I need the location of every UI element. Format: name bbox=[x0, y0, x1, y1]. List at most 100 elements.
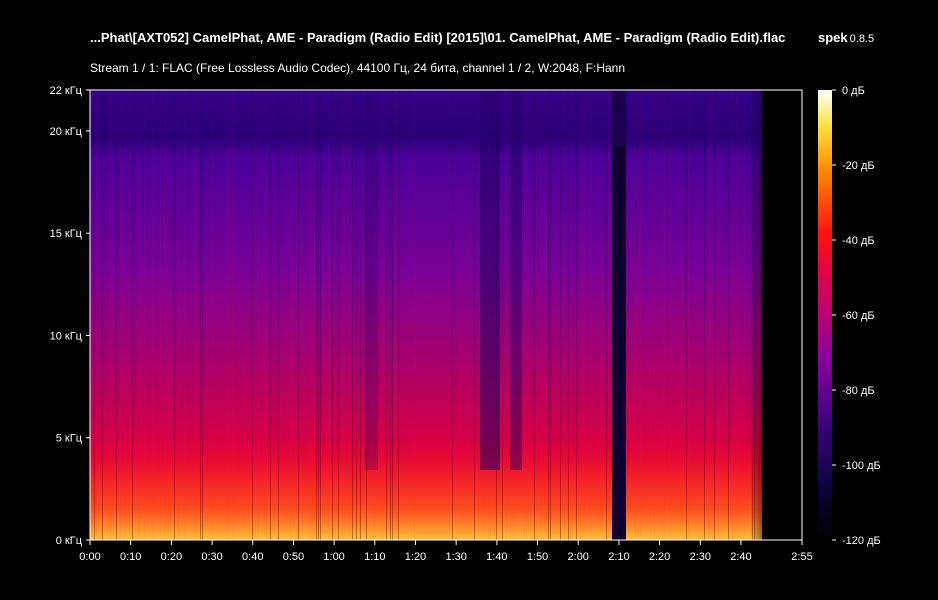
texture-stripe bbox=[332, 90, 333, 540]
texture-stripe bbox=[338, 90, 339, 540]
texture-stripe bbox=[606, 90, 607, 540]
texture-stripe bbox=[744, 90, 745, 540]
db-axis: 0 дБ -20 дБ -40 дБ -60 дБ -80 дБ -100 дБ -120 … bbox=[832, 85, 881, 547]
texture-stripe bbox=[124, 90, 125, 540]
texture-stripe bbox=[394, 90, 395, 540]
texture-stripe bbox=[154, 90, 155, 540]
texture-stripe bbox=[270, 90, 271, 540]
texture-stripe bbox=[178, 90, 179, 540]
texture-stripe bbox=[670, 90, 671, 540]
time-tick-label: 0:50 bbox=[283, 551, 304, 563]
texture-stripe bbox=[166, 90, 167, 540]
texture-stripe bbox=[452, 90, 453, 540]
texture-stripe bbox=[540, 90, 541, 540]
silence-gap bbox=[612, 90, 626, 540]
time-tick-label: 2:30 bbox=[690, 551, 711, 563]
texture-stripe bbox=[300, 90, 301, 540]
time-tick-label: 0:10 bbox=[120, 551, 141, 563]
texture-stripe bbox=[296, 90, 297, 540]
texture-stripe bbox=[328, 90, 329, 540]
texture-stripe bbox=[200, 90, 201, 540]
texture-stripe bbox=[392, 90, 393, 540]
texture-stripe bbox=[102, 90, 103, 540]
texture-stripe bbox=[320, 90, 321, 540]
time-tick-label: 1:30 bbox=[445, 551, 466, 563]
texture-stripe bbox=[582, 90, 583, 540]
time-axis: 0:00 0:10 0:20 0:30 0:40 0:50 1:00 1:10 1:20 1:30… bbox=[79, 540, 813, 563]
texture-stripe bbox=[152, 90, 153, 540]
texture-stripe bbox=[752, 90, 753, 540]
texture-stripe bbox=[334, 90, 335, 540]
texture-stripe bbox=[314, 90, 315, 540]
frequency-tick-label: 0 кГц bbox=[56, 535, 83, 547]
texture-stripe bbox=[738, 90, 739, 540]
texture-stripe bbox=[398, 90, 399, 540]
texture-stripe bbox=[548, 90, 549, 540]
texture-stripe bbox=[736, 90, 737, 540]
db-tick-label: -80 дБ bbox=[842, 385, 875, 397]
texture-stripe bbox=[352, 90, 353, 540]
texture-stripe bbox=[570, 90, 571, 540]
frequency-tick-label: 15 кГц bbox=[50, 228, 83, 240]
texture-stripe bbox=[316, 90, 317, 540]
texture-stripe bbox=[708, 90, 709, 540]
texture-stripe bbox=[714, 90, 715, 540]
db-tick-label: 0 дБ bbox=[842, 85, 865, 97]
texture-stripe bbox=[396, 90, 397, 540]
texture-stripe bbox=[386, 90, 387, 540]
time-tick-label: 1:00 bbox=[323, 551, 344, 563]
db-tick-label: -100 дБ bbox=[842, 460, 881, 472]
texture-stripe bbox=[356, 90, 357, 540]
time-tick-label: 2:00 bbox=[568, 551, 589, 563]
texture-stripe bbox=[688, 90, 689, 540]
time-tick-label: 0:40 bbox=[242, 551, 263, 563]
texture-stripe bbox=[634, 90, 635, 540]
texture-stripe bbox=[290, 90, 291, 540]
db-tick-label: -120 дБ bbox=[842, 535, 881, 547]
texture-stripe bbox=[650, 90, 651, 540]
time-tick-label: 2:40 bbox=[730, 551, 751, 563]
time-tick-label: 1:50 bbox=[527, 551, 548, 563]
texture-stripe bbox=[686, 90, 687, 540]
time-tick-label: 0:00 bbox=[79, 551, 100, 563]
texture-stripe bbox=[390, 90, 391, 540]
time-tick-label: 1:40 bbox=[486, 551, 507, 563]
frequency-tick-label: 20 кГц bbox=[50, 126, 83, 138]
frequency-tick-label: 22 кГц bbox=[50, 85, 83, 97]
texture-stripe bbox=[138, 90, 139, 540]
texture-stripe bbox=[718, 90, 719, 540]
texture-stripe bbox=[184, 90, 185, 540]
texture-stripe bbox=[564, 90, 565, 540]
texture-stripe bbox=[234, 90, 235, 540]
texture-stripe bbox=[298, 90, 299, 540]
texture-stripe bbox=[258, 90, 259, 540]
db-tick-label: -40 дБ bbox=[842, 235, 875, 247]
texture-stripe bbox=[534, 90, 535, 540]
texture-stripe bbox=[414, 90, 415, 540]
texture-stripe bbox=[164, 90, 165, 540]
texture-stripe bbox=[712, 90, 713, 540]
texture-stripe bbox=[526, 90, 527, 540]
texture-stripe bbox=[546, 90, 547, 540]
frequency-axis: 22 кГц 20 кГц 15 кГц 10 кГц 5 кГц 0 кГц bbox=[50, 85, 90, 547]
texture-stripe bbox=[202, 90, 203, 540]
texture-stripe bbox=[728, 90, 729, 540]
texture-stripe bbox=[640, 90, 641, 540]
texture-stripe bbox=[502, 90, 503, 540]
quiet-band bbox=[480, 90, 500, 470]
texture-stripe bbox=[232, 90, 233, 540]
texture-stripe bbox=[360, 90, 361, 540]
upper-band bbox=[90, 90, 762, 146]
texture-stripe bbox=[318, 90, 319, 540]
texture-stripe bbox=[580, 90, 581, 540]
texture-stripe bbox=[132, 90, 133, 540]
db-tick-label: -60 дБ bbox=[842, 310, 875, 322]
texture-stripe bbox=[94, 90, 95, 540]
color-scale-bar bbox=[818, 90, 832, 540]
frequency-tick-label: 10 кГц bbox=[50, 330, 83, 342]
texture-stripe bbox=[382, 90, 383, 540]
time-tick-label: 1:20 bbox=[405, 551, 426, 563]
texture-stripe bbox=[474, 90, 475, 540]
texture-stripe bbox=[344, 90, 345, 540]
texture-stripe bbox=[536, 90, 537, 540]
